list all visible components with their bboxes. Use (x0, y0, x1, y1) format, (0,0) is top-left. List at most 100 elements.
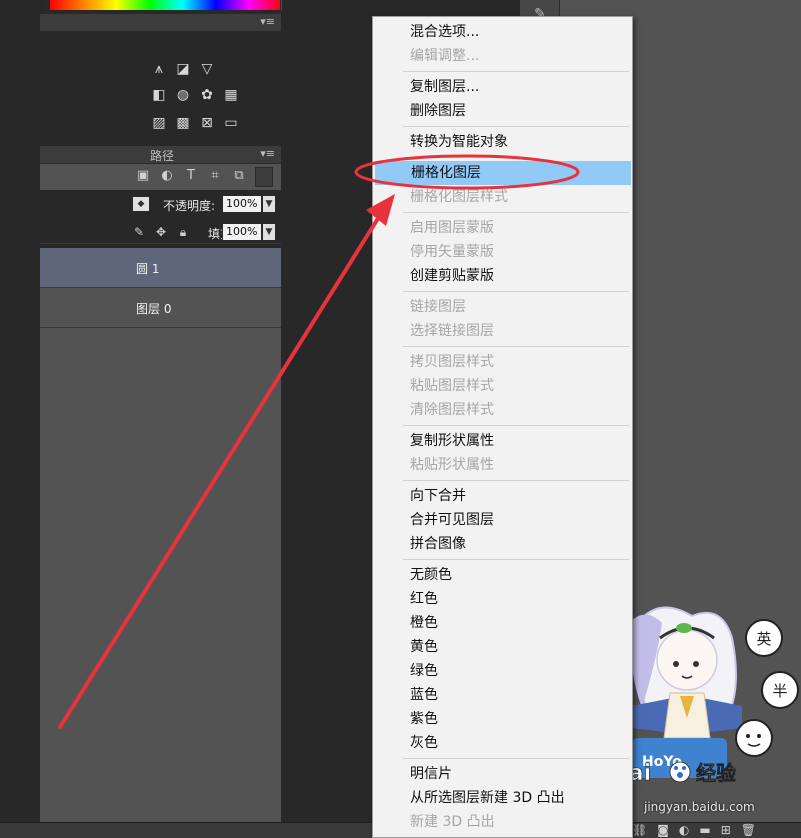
adjustment-row-1: ⩚ ◪ ▽ (150, 60, 216, 82)
menu-item-paste-layer-style: 粘贴图层样式 (410, 378, 494, 394)
menu-item-link-layers: 链接图层 (410, 299, 466, 315)
selective-color-adjust-icon[interactable]: ▩ (174, 114, 192, 132)
layer-row-selected[interactable]: 圆 1 (40, 248, 281, 288)
menu-item-new-3d-extrusion: 新建 3D 凸出 (410, 814, 495, 830)
layers-list-empty-area (40, 328, 281, 822)
exposure-adjust-icon[interactable]: ◪ (174, 60, 192, 78)
layers-panel-footer: ⛓ ◙ ◐ ▬ ⊞ 🗑︎ (632, 822, 756, 838)
lock-row: ✎ ✥ 🔒︎ 填充: 100% ▼ (40, 220, 281, 244)
menu-item-merge-visible[interactable]: 合并可见图层 (374, 508, 631, 532)
blend-mode-dropdown-icon[interactable]: ◆ (132, 196, 150, 212)
menu-item-new-3d-extrusion-from-selected[interactable]: 从所选图层新建 3D 凸出 (374, 786, 631, 810)
baidu-brand-text: Bai (632, 761, 651, 786)
layer-name: 圆 1 (136, 262, 160, 276)
menu-separator (403, 291, 629, 292)
opacity-field[interactable]: 100% (222, 195, 262, 213)
lock-position-icon[interactable]: ✥ (154, 224, 168, 240)
watermark-url: jingyan.baidu.com (644, 800, 755, 814)
adjustment-row-3: ▨ ▩ ⊠ ▭ (150, 114, 240, 136)
filter-shape-icon[interactable]: ⌗ (207, 168, 223, 184)
menu-item-duplicate-layer[interactable]: 复制图层... (374, 75, 631, 99)
photo-filter-adjust-icon[interactable]: ◍ (174, 86, 192, 104)
new-adjustment-icon[interactable]: ◐ (679, 822, 689, 838)
menu-item-rasterize-layer[interactable]: 栅格化图层 (375, 161, 631, 185)
menu-item-paste-shape-attributes: 粘贴形状属性 (410, 457, 494, 473)
menu-item-green[interactable]: 绿色 (374, 659, 631, 683)
menu-item-blending-options[interactable]: 混合选项... (374, 20, 631, 44)
speech-bubble-1: 英 (756, 630, 771, 648)
menu-item-flatten-image[interactable]: 拼合图像 (374, 532, 631, 556)
menu-item-rasterize-layer-style: 栅格化图层样式 (410, 189, 508, 205)
speech-bubble-2: 半 (772, 682, 787, 700)
menu-item-postcard[interactable]: 明信片 (374, 762, 631, 786)
filter-adjustment-icon[interactable]: ◐ (159, 168, 175, 184)
layer-filter-icons: ▣ ◐ T ⌗ ⧉ (135, 168, 247, 184)
delete-layer-icon[interactable]: 🗑︎ (741, 822, 756, 838)
menu-item-orange[interactable]: 橙色 (374, 611, 631, 635)
layer-name: 图层 0 (136, 302, 172, 316)
lock-paint-icon[interactable]: ✎ (132, 224, 146, 240)
panel-menu-icon[interactable]: ▾≡ (260, 147, 275, 160)
menu-item-delete-layer[interactable]: 删除图层 (374, 99, 631, 123)
filter-pixel-icon[interactable]: ▣ (135, 168, 151, 184)
opacity-label: 不透明度: (163, 199, 216, 213)
filter-smart-object-icon[interactable]: ⧉ (231, 168, 247, 184)
color-panel-frame (46, 0, 281, 14)
menu-item-blue[interactable]: 蓝色 (374, 683, 631, 707)
menu-item-gray[interactable]: 灰色 (374, 731, 631, 755)
new-group-icon[interactable]: ▬ (699, 822, 710, 838)
menu-separator (403, 71, 629, 72)
opacity-row: ◆ 不透明度: 100% ▼ (40, 192, 281, 216)
menu-item-red[interactable]: 红色 (374, 587, 631, 611)
menu-separator (403, 758, 629, 759)
layer-filter-row: ▣ ◐ T ⌗ ⧉ (40, 164, 281, 190)
channel-mixer-adjust-icon[interactable]: ✿ (198, 86, 216, 104)
adjustments-panel-header[interactable]: ▾≡ (40, 14, 281, 32)
menu-separator (403, 126, 629, 127)
gradient-map-adjust-icon[interactable]: ▨ (150, 114, 168, 132)
new-layer-icon[interactable]: ⊞ (721, 822, 731, 838)
color-balance-adjust-icon[interactable]: ◧ (150, 86, 168, 104)
menu-item-violet[interactable]: 紫色 (374, 707, 631, 731)
mascot-watermark: 英 半 HoYo Bai 经验 (632, 606, 799, 786)
menu-separator (403, 212, 629, 213)
menu-item-create-clipping-mask[interactable]: 创建剪贴蒙版 (374, 264, 631, 288)
menu-separator (403, 480, 629, 481)
layers-panel-tabs: 路径 ▾≡ (40, 146, 281, 164)
baidu-jingyan-text: 经验 (696, 761, 736, 785)
fill-field[interactable]: 100% (222, 223, 262, 241)
menu-item-enable-layer-mask: 启用图层蒙版 (410, 220, 494, 236)
filter-toggle-button[interactable] (255, 167, 273, 187)
color-lookup-adjust-icon[interactable]: ▦ (222, 86, 240, 104)
layer-context-menu: 混合选项... 编辑调整... 复制图层... 删除图层 转换为智能对象 栅格化… (372, 16, 633, 838)
adjustments-panel: ⩚ ◪ ▽ ◧ ◍ ✿ ▦ ▨ ▩ ⊠ ▭ (40, 34, 281, 144)
layer-row[interactable]: 图层 0 (40, 288, 281, 328)
filter-type-icon[interactable]: T (183, 168, 199, 184)
fill-dropdown-icon[interactable]: ▼ (262, 223, 276, 241)
lock-all-icon[interactable]: 🔒︎ (176, 224, 190, 240)
adjustment-row-2: ◧ ◍ ✿ ▦ (150, 86, 240, 108)
menu-separator (403, 425, 629, 426)
menu-separator (403, 346, 629, 347)
menu-item-no-color[interactable]: 无颜色 (374, 563, 631, 587)
menu-item-yellow[interactable]: 黄色 (374, 635, 631, 659)
menu-separator (403, 559, 629, 560)
menu-item-clear-layer-style: 清除图层样式 (410, 402, 494, 418)
menu-item-merge-down[interactable]: 向下合并 (374, 484, 631, 508)
tab-paths[interactable]: 路径 (150, 147, 174, 164)
threshold-adjust-icon[interactable]: ⊠ (198, 114, 216, 132)
menu-item-disable-vector-mask: 停用矢量蒙版 (410, 244, 494, 260)
menu-item-edit-adjustment: 编辑调整... (410, 48, 480, 64)
curves-adjust-icon[interactable]: ⩚ (150, 60, 168, 78)
menu-item-copy-layer-style: 拷贝图层样式 (410, 354, 494, 370)
posterize-adjust-icon[interactable]: ▭ (222, 114, 240, 132)
opacity-dropdown-icon[interactable]: ▼ (262, 195, 276, 213)
menu-item-convert-to-smart-object[interactable]: 转换为智能对象 (374, 130, 631, 154)
menu-item-copy-shape-attributes[interactable]: 复制形状属性 (374, 429, 631, 453)
link-layers-icon[interactable]: ⛓ (632, 822, 647, 838)
panel-menu-icon[interactable]: ▾≡ (260, 15, 275, 28)
vibrance-adjust-icon[interactable]: ▽ (198, 60, 216, 78)
menu-item-select-linked-layers: 选择链接图层 (410, 323, 494, 339)
lock-icons: ✎ ✥ 🔒︎ (132, 224, 190, 240)
add-mask-icon[interactable]: ◙ (657, 822, 669, 838)
